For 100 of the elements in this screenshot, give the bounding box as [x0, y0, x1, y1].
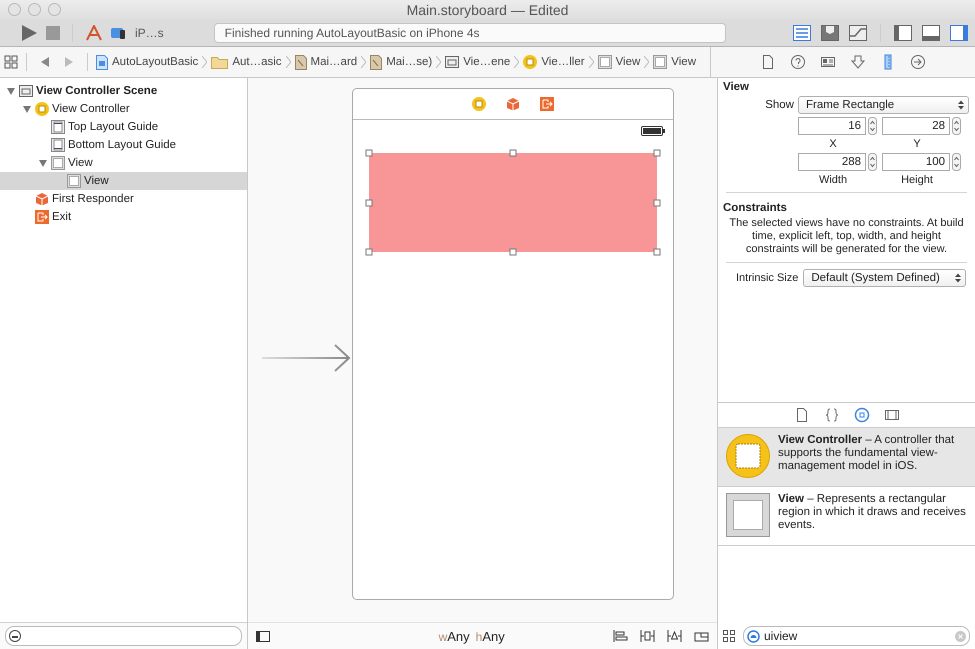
- resize-handle[interactable]: [654, 150, 661, 156]
- view-controller-icon: [35, 102, 49, 116]
- activity-status: Finished running AutoLayoutBasic on iPhone 4s: [214, 22, 726, 42]
- view-icon: [726, 493, 770, 537]
- outline-row[interactable]: Exit: [0, 208, 248, 226]
- field-label: Intrinsic Size: [736, 272, 798, 284]
- device-icon[interactable]: [111, 26, 127, 40]
- assistant-editor-icon[interactable]: [820, 24, 840, 42]
- object-tab-icon[interactable]: [854, 407, 870, 423]
- pin-icon[interactable]: [640, 630, 655, 642]
- right-editor-icon[interactable]: [949, 24, 969, 42]
- intrinsic-size-popup[interactable]: Default (System Defined): [803, 269, 966, 287]
- breadcrumb[interactable]: Mai…ard: [310, 56, 358, 68]
- number-field[interactable]: 288: [798, 153, 866, 171]
- stepper[interactable]: [868, 117, 877, 135]
- outline-row[interactable]: View Controller Scene: [0, 82, 248, 100]
- outline-row[interactable]: First Responder: [0, 190, 248, 208]
- breadcrumb[interactable]: AutoLayoutBasic: [112, 56, 198, 68]
- resize-handle[interactable]: [654, 199, 661, 206]
- resize-handle[interactable]: [366, 199, 373, 206]
- disclosure-triangle-icon[interactable]: [38, 158, 48, 168]
- chevron-icon: [514, 56, 520, 68]
- cube-icon: [506, 97, 520, 111]
- view-controller-icon: [726, 434, 770, 478]
- scheme-destination[interactable]: iP…s: [135, 26, 164, 40]
- breadcrumb[interactable]: Vie…ene: [463, 56, 510, 68]
- constraints-description: The selected views have no constraints. At build time, explicit left, top, width, and height constraints will be generated for the view.: [728, 217, 965, 256]
- field-caption: Width: [818, 174, 848, 186]
- outline-row[interactable]: View: [0, 172, 248, 190]
- chevron-icon: [644, 56, 650, 68]
- stepper[interactable]: [952, 153, 961, 171]
- scene-icon: [19, 84, 33, 98]
- outline-row[interactable]: Bottom Layout Guide: [0, 136, 248, 154]
- resolve-icon[interactable]: [667, 630, 682, 642]
- file-tab-icon[interactable]: [760, 54, 776, 70]
- exit-icon: [540, 97, 554, 111]
- outline-toggle-icon[interactable]: [256, 630, 270, 642]
- app-icon[interactable]: [85, 24, 103, 40]
- library-search-field[interactable]: uiview: [743, 626, 970, 646]
- grid-icon[interactable]: [4, 55, 18, 69]
- top-guide-icon: [51, 120, 65, 134]
- standard-editor-icon[interactable]: [792, 24, 812, 42]
- connections-tab-icon[interactable]: [910, 54, 926, 70]
- grid-icon[interactable]: [723, 630, 735, 642]
- section-title: View: [722, 80, 750, 95]
- attributes-tab-icon[interactable]: [850, 54, 866, 70]
- view-icon: [67, 174, 81, 188]
- storyboard-file-icon: [370, 54, 382, 70]
- show-popup[interactable]: Frame Rectangle: [798, 96, 969, 114]
- bottom-editor-icon[interactable]: [921, 24, 941, 42]
- stepper[interactable]: [868, 153, 877, 171]
- disclosure-triangle-icon[interactable]: [22, 104, 32, 114]
- number-field[interactable]: 28: [882, 117, 950, 135]
- field-caption: X: [828, 138, 838, 150]
- view-icon: [653, 55, 668, 69]
- outline-row[interactable]: View Controller: [0, 100, 248, 118]
- filter-icon: [9, 630, 21, 642]
- run-icon[interactable]: [20, 24, 38, 42]
- popup-arrows-icon: [958, 100, 964, 110]
- code-tab-icon[interactable]: [824, 407, 840, 423]
- chevron-icon: [286, 56, 291, 68]
- number-field[interactable]: 16: [798, 117, 866, 135]
- outline-row[interactable]: Top Layout Guide: [0, 118, 248, 136]
- stepper[interactable]: [952, 117, 961, 135]
- version-editor-icon[interactable]: [848, 24, 868, 42]
- field-caption: Height: [900, 174, 934, 186]
- field-label: Show: [764, 99, 795, 111]
- resize-handle[interactable]: [366, 248, 373, 256]
- align-icon[interactable]: [613, 630, 628, 642]
- resizing-icon[interactable]: [694, 630, 709, 642]
- media-tab-icon[interactable]: [884, 407, 900, 423]
- filter-field[interactable]: [5, 626, 242, 646]
- storyboard-file-icon: [294, 54, 307, 70]
- disclosure-triangle-icon[interactable]: [6, 86, 16, 96]
- resize-handle[interactable]: [510, 150, 517, 156]
- breadcrumb[interactable]: Mai…se): [386, 56, 432, 68]
- help-tab-icon[interactable]: [790, 54, 806, 70]
- view-controller-icon: [523, 55, 538, 69]
- size-class-control[interactable]: wAny hAny: [270, 628, 613, 644]
- bottom-guide-icon: [51, 138, 65, 152]
- breadcrumb[interactable]: View: [616, 56, 640, 68]
- identity-tab-icon[interactable]: [820, 54, 836, 70]
- library-item-description: View Controller – A controller that supports the fundamental view-management model in iOS.: [778, 434, 956, 474]
- chevron-icon: [436, 56, 442, 68]
- breadcrumb[interactable]: Vie…ller: [541, 56, 585, 68]
- library-item-description: View – Represents a rectangular region in which it draws and receives events.: [778, 493, 967, 533]
- breadcrumb[interactable]: Aut…asic: [232, 56, 282, 68]
- resize-handle[interactable]: [654, 248, 661, 256]
- number-field[interactable]: 100: [882, 153, 950, 171]
- resize-handle[interactable]: [510, 248, 517, 256]
- resize-handle[interactable]: [366, 150, 373, 156]
- library-item[interactable]: View Controller – A controller that supports the fundamental view-management model in iOS.: [718, 428, 975, 487]
- cube-icon: [35, 192, 49, 206]
- breadcrumb[interactable]: View: [671, 56, 696, 68]
- outline-row[interactable]: View: [0, 154, 248, 172]
- exit-icon: [35, 210, 49, 224]
- chevron-icon: [361, 56, 366, 68]
- left-editor-icon[interactable]: [893, 24, 913, 42]
- folder-icon: [211, 56, 228, 68]
- scene-icon: [445, 55, 460, 69]
